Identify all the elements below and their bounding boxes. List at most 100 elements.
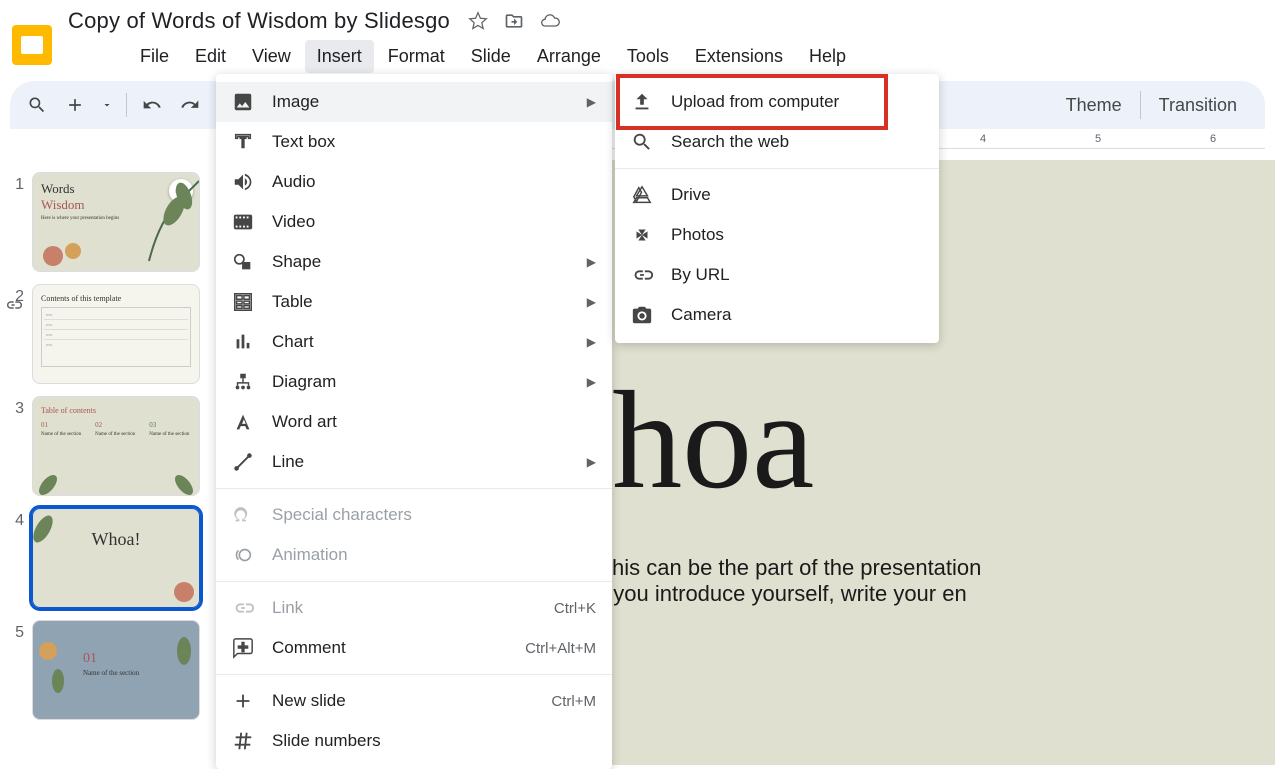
ruler-tick: 5 bbox=[1095, 133, 1101, 145]
document-title[interactable]: Copy of Words of Wisdom by Slidesgo bbox=[68, 8, 450, 33]
chevron-right-icon: ▶ bbox=[587, 95, 596, 109]
image-item-camera[interactable]: Camera bbox=[615, 295, 939, 335]
audio-icon bbox=[232, 171, 254, 193]
thumbnail-2[interactable]: Contents of this template rowrowrowrow bbox=[32, 284, 200, 384]
link-icon bbox=[232, 597, 254, 619]
menu-item-label: Image bbox=[272, 92, 569, 112]
thumb-number: 4 bbox=[8, 508, 32, 530]
menu-item-label: Line bbox=[272, 452, 569, 472]
menu-item-label: Search the web bbox=[671, 132, 923, 152]
thumb-number: 5 bbox=[8, 620, 32, 642]
ruler-tick: 4 bbox=[980, 133, 986, 145]
filmstrip: 1 Words Wisdom Here is where your presen… bbox=[0, 160, 220, 765]
slides-logo[interactable] bbox=[12, 25, 52, 65]
chart-icon bbox=[232, 331, 254, 353]
image-item-photos[interactable]: Photos bbox=[615, 215, 939, 255]
image-item-drive[interactable]: Drive bbox=[615, 175, 939, 215]
move-icon[interactable] bbox=[504, 11, 524, 36]
insert-item-comment[interactable]: Comment Ctrl+Alt+M bbox=[216, 628, 612, 668]
menu-item-label: Special characters bbox=[272, 505, 596, 525]
image-submenu-dropdown: Upload from computer Search the web Drive P… bbox=[615, 74, 939, 343]
chevron-right-icon: ▶ bbox=[587, 335, 596, 349]
menu-item-label: Shape bbox=[272, 252, 569, 272]
video-icon bbox=[232, 211, 254, 233]
link-icon bbox=[4, 296, 22, 314]
chevron-right-icon: ▶ bbox=[587, 455, 596, 469]
menu-help[interactable]: Help bbox=[797, 40, 858, 73]
insert-item-audio[interactable]: Audio bbox=[216, 162, 612, 202]
menu-item-label: Photos bbox=[671, 225, 923, 245]
line-icon bbox=[232, 451, 254, 473]
menu-item-label: Audio bbox=[272, 172, 596, 192]
chevron-right-icon: ▶ bbox=[587, 255, 596, 269]
insert-item-table[interactable]: Table ▶ bbox=[216, 282, 612, 322]
table-icon bbox=[232, 291, 254, 313]
redo-button[interactable] bbox=[177, 92, 203, 118]
star-icon[interactable] bbox=[468, 11, 488, 36]
insert-item-slidenumbers[interactable]: Slide numbers bbox=[216, 721, 612, 761]
menu-edit[interactable]: Edit bbox=[183, 40, 238, 73]
menu-item-label: Comment bbox=[272, 638, 507, 658]
menu-item-label: Upload from computer bbox=[671, 92, 923, 112]
insert-item-line[interactable]: Line ▶ bbox=[216, 442, 612, 482]
menu-item-label: Camera bbox=[671, 305, 923, 325]
menu-item-label: Word art bbox=[272, 412, 596, 432]
menu-item-label: Link bbox=[272, 598, 536, 618]
animation-icon bbox=[232, 544, 254, 566]
menu-item-label: Animation bbox=[272, 545, 596, 565]
theme-button[interactable]: Theme bbox=[1052, 89, 1136, 122]
shortcut: Ctrl+M bbox=[551, 693, 596, 710]
shortcut: Ctrl+Alt+M bbox=[525, 640, 596, 657]
omega-icon bbox=[232, 504, 254, 526]
search-button[interactable] bbox=[24, 92, 50, 118]
insert-item-chart[interactable]: Chart▶ bbox=[216, 322, 612, 362]
upload-icon bbox=[631, 91, 653, 113]
insert-item-video[interactable]: Video bbox=[216, 202, 612, 242]
menu-slide[interactable]: Slide bbox=[459, 40, 523, 73]
url-icon bbox=[631, 264, 653, 286]
thumb-number: 1 bbox=[8, 172, 32, 194]
image-item-upload[interactable]: Upload from computer bbox=[615, 82, 939, 122]
image-item-byurl[interactable]: By URL bbox=[615, 255, 939, 295]
insert-item-textbox[interactable]: Text box bbox=[216, 122, 612, 162]
chevron-right-icon: ▶ bbox=[587, 295, 596, 309]
search-icon bbox=[631, 131, 653, 153]
comment-icon bbox=[232, 637, 254, 659]
new-slide-button[interactable] bbox=[62, 92, 88, 118]
thumbnail-5[interactable]: 01 Name of the section bbox=[32, 620, 200, 720]
menu-extensions[interactable]: Extensions bbox=[683, 40, 795, 73]
insert-item-image[interactable]: Image ▶ bbox=[216, 82, 612, 122]
drive-icon bbox=[631, 184, 653, 206]
new-slide-dropdown[interactable] bbox=[100, 92, 114, 118]
menu-arrange[interactable]: Arrange bbox=[525, 40, 613, 73]
undo-button[interactable] bbox=[139, 92, 165, 118]
thumbnail-1[interactable]: Words Wisdom Here is where your presenta… bbox=[32, 172, 200, 272]
textbox-icon bbox=[232, 131, 254, 153]
insert-item-wordart[interactable]: Word art bbox=[216, 402, 612, 442]
chevron-right-icon: ▶ bbox=[587, 375, 596, 389]
menu-item-label: Table bbox=[272, 292, 569, 312]
hash-icon bbox=[232, 730, 254, 752]
menu-insert[interactable]: Insert bbox=[305, 40, 374, 73]
menu-item-label: Text box bbox=[272, 132, 596, 152]
menu-item-label: New slide bbox=[272, 691, 533, 711]
thumbnail-4[interactable]: Whoa! bbox=[32, 508, 200, 608]
ruler-tick: 6 bbox=[1210, 133, 1216, 145]
cloud-icon[interactable] bbox=[540, 11, 560, 36]
insert-item-shape[interactable]: Shape ▶ bbox=[216, 242, 612, 282]
shortcut: Ctrl+K bbox=[554, 600, 596, 617]
thumb-number: 3 bbox=[8, 396, 32, 418]
menu-item-label: Video bbox=[272, 212, 596, 232]
menu-item-label: Diagram bbox=[272, 372, 569, 392]
image-item-searchweb[interactable]: Search the web bbox=[615, 122, 939, 162]
menu-file[interactable]: File bbox=[128, 40, 181, 73]
menu-view[interactable]: View bbox=[240, 40, 303, 73]
transition-button[interactable]: Transition bbox=[1145, 89, 1251, 122]
insert-item-diagram[interactable]: Diagram ▶ bbox=[216, 362, 612, 402]
thumbnail-3[interactable]: Table of contents 01Name of the section … bbox=[32, 396, 200, 496]
shape-icon bbox=[232, 251, 254, 273]
menu-tools[interactable]: Tools bbox=[615, 40, 681, 73]
menu-format[interactable]: Format bbox=[376, 40, 457, 73]
insert-item-newslide[interactable]: New slide Ctrl+M bbox=[216, 681, 612, 721]
wordart-icon bbox=[232, 411, 254, 433]
